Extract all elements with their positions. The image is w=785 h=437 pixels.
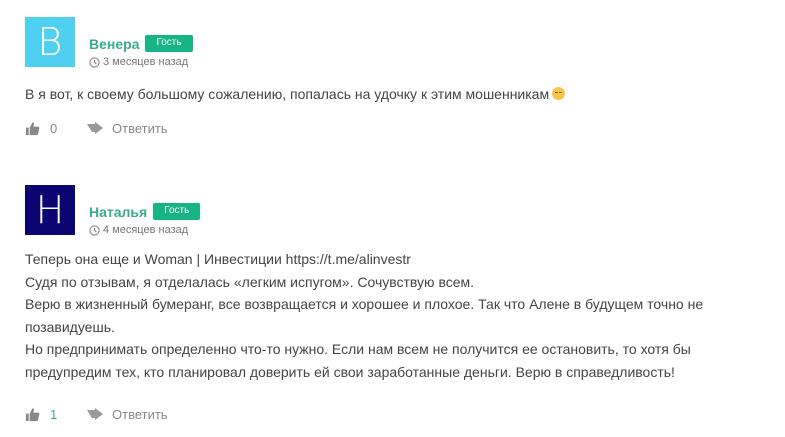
comment-date[interactable]: 4 месяцев назад	[89, 224, 188, 236]
comment-line: Верю в жизненный бумеранг, все возвращае…	[25, 296, 704, 312]
comment-text: В я вот, к своему большому сожалению, по…	[25, 83, 566, 106]
author-name[interactable]: Наталья	[89, 204, 147, 220]
avatar[interactable]: H	[25, 185, 75, 235]
comment-text: Теперь она еще и Woman | Инвестиции http…	[25, 248, 703, 383]
comment-line: предупредим тех, кто планировал доверить…	[25, 363, 675, 380]
author-line: Наталья Гость	[89, 203, 201, 220]
comment-actions: 0 Ответить	[25, 121, 168, 136]
comment-line: Судя по отзывам, я отделалась «легким ис…	[25, 273, 475, 290]
author-line: Венера Гость	[89, 35, 193, 52]
reply-button[interactable]: Ответить	[112, 121, 168, 136]
avatar[interactable]: B	[25, 17, 75, 67]
thumbs-up-icon[interactable]	[25, 121, 40, 136]
avatar-letter: B	[37, 20, 63, 64]
guest-badge: Гость	[153, 203, 201, 220]
guest-badge: Гость	[145, 35, 193, 52]
author-name[interactable]: Венера	[89, 36, 139, 52]
avatar-letter: H	[35, 188, 65, 232]
sad-face-emoji-icon	[552, 87, 566, 100]
thumbs-up-icon[interactable]	[25, 407, 40, 422]
comment-line: позавидуешь.	[25, 318, 115, 335]
comment-line: В я вот, к своему большому сожалению, по…	[25, 86, 550, 102]
comment-line: Но предпринимать определенно что-то нужн…	[25, 341, 691, 357]
comment-actions: 1 Ответить	[25, 407, 168, 422]
like-count: 1	[50, 407, 58, 422]
clock-icon	[89, 224, 100, 236]
reply-button[interactable]: Ответить	[112, 407, 168, 422]
clock-icon	[89, 56, 100, 68]
reply-arrow-icon[interactable]	[86, 121, 104, 136]
comment-line: Теперь она еще и Woman | Инвестиции http…	[25, 251, 411, 267]
date-text: 3 месяцев назад	[103, 56, 189, 68]
comment-date[interactable]: 3 месяцев назад	[89, 56, 188, 68]
like-count: 0	[50, 121, 58, 136]
reply-arrow-icon[interactable]	[86, 407, 104, 422]
date-text: 4 месяцев назад	[103, 224, 189, 236]
